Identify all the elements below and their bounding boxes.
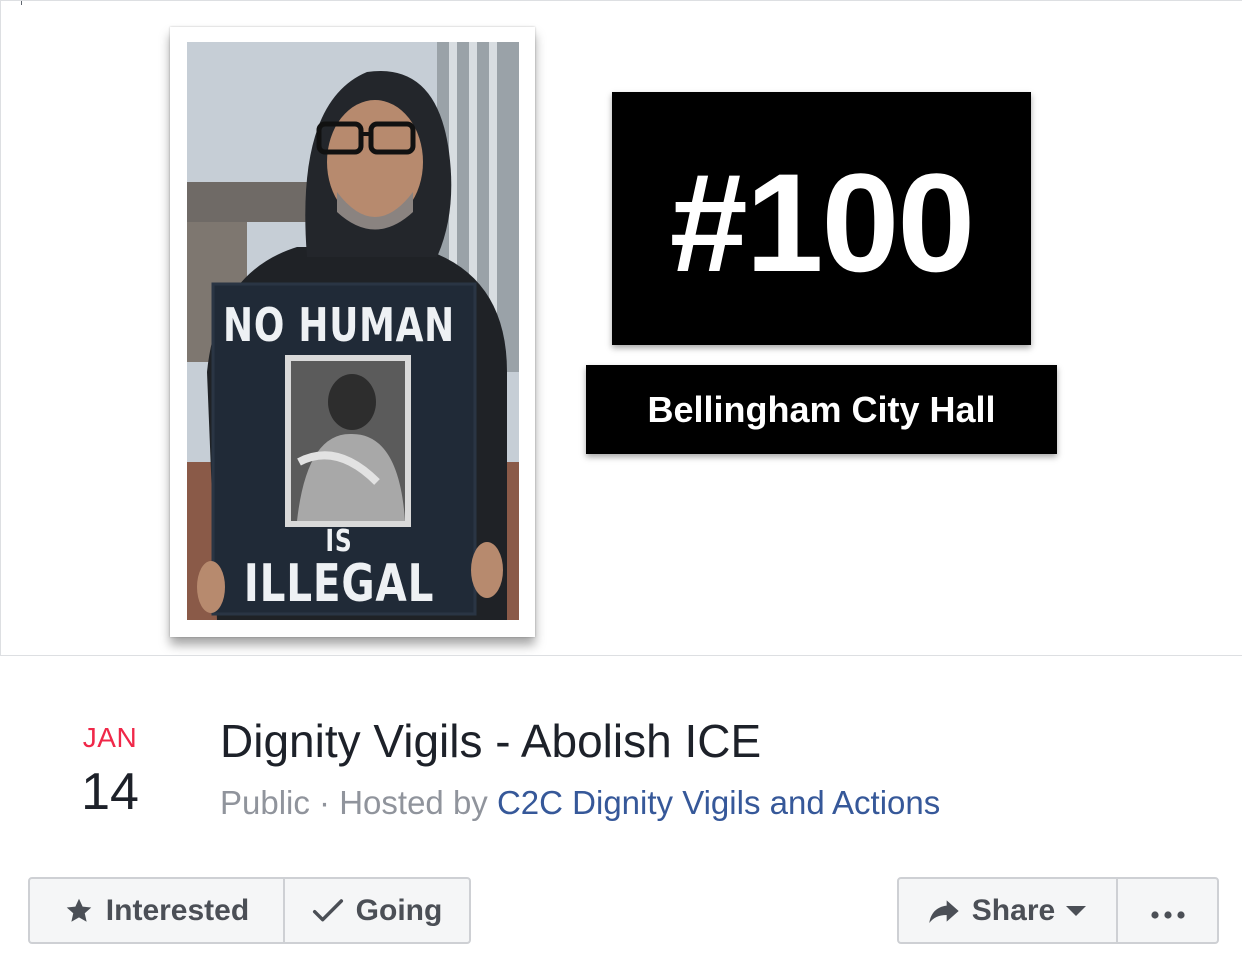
more-dots-icon [1150,894,1186,928]
chevron-down-icon [1065,904,1087,918]
event-privacy: Public [220,784,310,821]
sign-footer-text: ILLEGAL [243,554,435,614]
vigil-number-card: #100 [612,92,1031,345]
protester-photo: NO HUMAN IS ILLEGAL [187,42,519,620]
hosted-by-label: · Hosted by [309,784,497,821]
event-title: Dignity Vigils - Abolish ICE [220,715,762,767]
going-button[interactable]: Going [283,879,469,942]
checkmark-icon [312,897,344,925]
host-link[interactable]: C2C Dignity Vigils and Actions [497,784,940,821]
more-options-button[interactable] [1116,879,1217,942]
share-button[interactable]: Share [899,879,1116,942]
star-icon [64,896,94,926]
share-label: Share [971,893,1056,927]
location-card: Bellingham City Hall [586,365,1057,454]
event-meta: Public · Hosted by C2C Dignity Vigils an… [220,784,940,822]
vigil-number: #100 [669,143,975,301]
event-month: JAN [82,722,138,753]
interested-button[interactable]: Interested [30,879,283,942]
divider [21,1,22,5]
event-cover-photo[interactable]: NO HUMAN IS ILLEGAL #100 Bellingham City… [0,0,1242,656]
polaroid-photo-frame: NO HUMAN IS ILLEGAL [170,27,535,637]
share-arrow-icon [928,897,960,925]
event-day: 14 [81,763,139,821]
sign-heading: NO HUMAN [223,298,455,352]
location-text: Bellingham City Hall [647,388,996,430]
rsvp-button-group: Interested Going [28,877,471,944]
going-label: Going [355,893,443,927]
interested-label: Interested [105,893,250,927]
share-button-group: Share [897,877,1219,944]
